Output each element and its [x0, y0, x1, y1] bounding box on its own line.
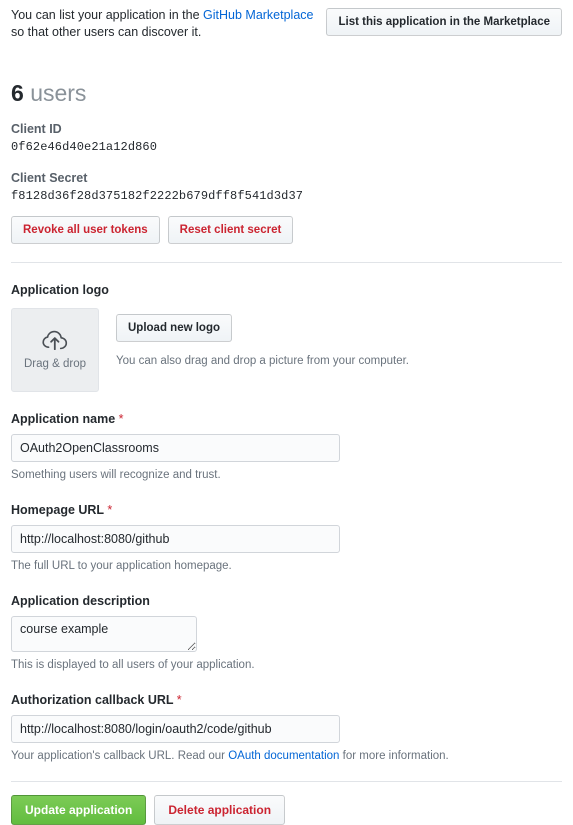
logo-upload-side: Upload new logo You can also drag and dr… — [116, 308, 409, 392]
upload-new-logo-button[interactable]: Upload new logo — [116, 314, 232, 342]
application-description-label: Application description — [11, 594, 150, 608]
application-description-hint: This is displayed to all users of your a… — [11, 659, 255, 671]
application-name-label-text: Application name — [11, 412, 116, 426]
cloud-upload-icon — [42, 330, 68, 357]
client-id-block: Client ID 0f62e46d40e21a12d860 — [11, 121, 562, 156]
callback-url-input[interactable] — [11, 715, 340, 743]
list-in-marketplace-button[interactable]: List this application in the Marketplace — [326, 8, 562, 36]
client-id-value: 0f62e46d40e21a12d860 — [11, 140, 158, 154]
application-name-required-marker: * — [118, 412, 124, 426]
application-logo-label: Application logo — [11, 283, 109, 297]
callback-url-hint: Your application's callback URL. Read ou… — [11, 748, 562, 764]
reset-client-secret-button[interactable]: Reset client secret — [167, 216, 294, 244]
homepage-url-label: Homepage URL * — [11, 502, 562, 519]
logo-upload-hint: You can also drag and drop a picture fro… — [116, 355, 409, 367]
application-name-hint: Something users will recognize and trust… — [11, 469, 221, 481]
marketplace-description: You can list your application in the Git… — [11, 7, 326, 41]
oauth-documentation-link[interactable]: OAuth documentation — [228, 750, 339, 762]
delete-application-button[interactable]: Delete application — [154, 795, 286, 825]
credential-actions: Revoke all user tokens Reset client secr… — [11, 216, 562, 244]
section-divider-bottom — [11, 781, 562, 782]
users-count: 6 — [11, 80, 24, 106]
marketplace-text-after: so that other users can discover it. — [11, 25, 202, 39]
client-id-label: Client ID — [11, 122, 62, 136]
marketplace-notice: You can list your application in the Git… — [11, 0, 562, 41]
homepage-url-input[interactable] — [11, 525, 340, 553]
homepage-url-hint: The full URL to your application homepag… — [11, 560, 232, 572]
users-heading: 6 users — [11, 79, 562, 107]
update-application-button[interactable]: Update application — [11, 795, 147, 825]
homepage-url-label-text: Homepage URL — [11, 503, 104, 517]
revoke-all-user-tokens-button[interactable]: Revoke all user tokens — [11, 216, 160, 244]
application-description-textarea[interactable] — [11, 616, 197, 652]
github-marketplace-link[interactable]: GitHub Marketplace — [203, 8, 313, 22]
client-secret-value: f8128d36f28d375182f2222b679dff8f541d3d37 — [11, 189, 304, 203]
callback-url-label: Authorization callback URL * — [11, 692, 562, 709]
client-secret-label: Client Secret — [11, 171, 88, 185]
client-secret-block: Client Secret f8128d36f28d375182f2222b67… — [11, 170, 562, 205]
callback-url-hint-after: for more information. — [339, 750, 449, 762]
logo-dropzone-label: Drag & drop — [23, 357, 86, 370]
application-logo-row: Drag & drop Upload new logo You can also… — [11, 308, 562, 392]
callback-url-hint-before: Your application's callback URL. Read ou… — [11, 750, 229, 762]
section-divider-top — [11, 262, 562, 263]
oauth-app-settings-page: You can list your application in the Git… — [0, 0, 573, 825]
form-actions: Update application Delete application — [11, 795, 562, 825]
application-name-input[interactable] — [11, 434, 340, 462]
users-label: users — [30, 80, 87, 106]
application-name-label: Application name * — [11, 411, 562, 428]
callback-url-label-text: Authorization callback URL — [11, 693, 174, 707]
callback-url-required-marker: * — [176, 693, 182, 707]
marketplace-text-before: You can list your application in the — [11, 8, 204, 22]
logo-dropzone[interactable]: Drag & drop — [11, 308, 99, 392]
homepage-url-required-marker: * — [107, 503, 113, 517]
